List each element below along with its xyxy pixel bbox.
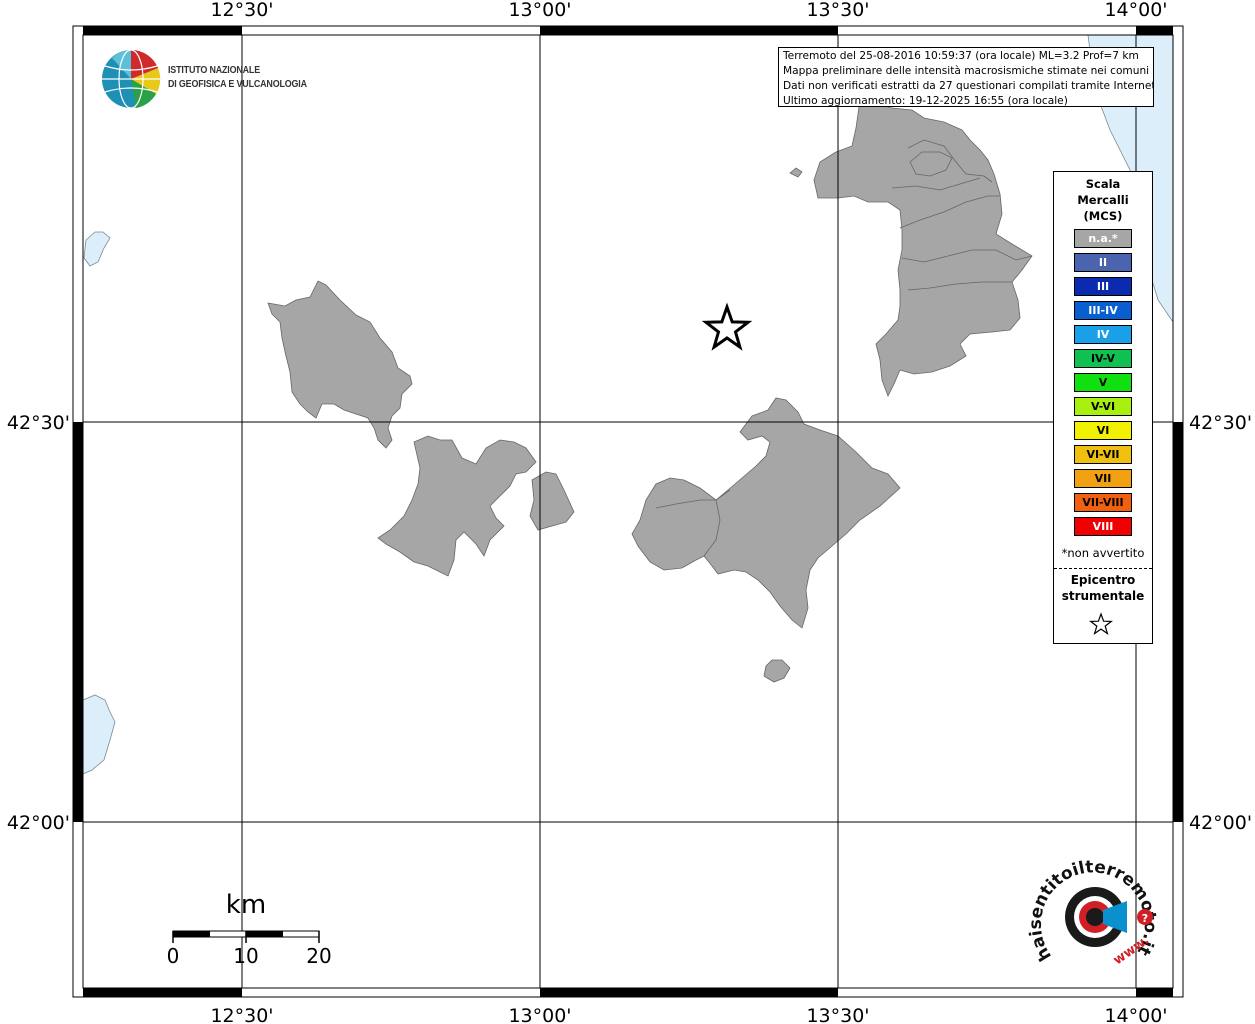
legend-title-line1: Scala bbox=[1085, 177, 1121, 191]
legend-epicenter-line1: Epicentro bbox=[1070, 573, 1136, 587]
legend-swatch: IV bbox=[1074, 325, 1132, 344]
legend-swatch: VII bbox=[1074, 469, 1132, 488]
ingv-logo: ISTITUTO NAZIONALE DI GEOFISICA E VULCAN… bbox=[100, 48, 307, 114]
legend-swatches: n.a.* II III III-IV IV IV-V V V-VI VI VI-VII VII VI… bbox=[1074, 229, 1132, 541]
x-tick-bottom-3: 13°30' bbox=[806, 1005, 869, 1024]
event-info-box: Terremoto del 25-08-2016 10:59:37 (ora l… bbox=[778, 47, 1154, 107]
legend-swatch: n.a.* bbox=[1074, 229, 1132, 248]
y-tick-right-1: 42°30' bbox=[1189, 412, 1252, 434]
legend-swatch: VIII bbox=[1074, 517, 1132, 536]
x-axis-bottom-labels: 12°30' 13°00' 13°30' 14°00' bbox=[210, 1005, 1167, 1024]
info-line-updated: Ultimo aggiornamento: 19-12-2025 16:55 (… bbox=[783, 95, 1068, 107]
legend-swatch: V-VI bbox=[1074, 397, 1132, 416]
x-tick-top-4: 14°00' bbox=[1104, 0, 1167, 21]
legend-swatch: II bbox=[1074, 253, 1132, 272]
ingv-globe-icon bbox=[102, 49, 161, 109]
legend-title-line3: (MCS) bbox=[1083, 209, 1123, 223]
x-tick-bottom-4: 14°00' bbox=[1104, 1005, 1167, 1024]
scale-label-0: 0 bbox=[167, 944, 180, 968]
scale-label-10: 10 bbox=[233, 944, 258, 968]
ingv-name-line1: ISTITUTO NAZIONALE bbox=[168, 64, 260, 76]
legend-swatch: VII-VIII bbox=[1074, 493, 1132, 512]
y-tick-left-1: 42°30' bbox=[7, 412, 70, 434]
scale-label-20: 20 bbox=[306, 944, 331, 968]
ingv-name-line2: DI GEOFISICA E VULCANOLOGIA bbox=[168, 78, 307, 90]
legend-swatch: III bbox=[1074, 277, 1132, 296]
info-line-map: Mappa preliminare delle intensità macros… bbox=[783, 65, 1150, 77]
haisentito-logo: haisentitoilterremoto.it ? www. bbox=[1025, 855, 1165, 989]
legend-epicenter-line2: strumentale bbox=[1061, 589, 1145, 603]
scale-unit-label: km bbox=[226, 890, 266, 920]
info-line-event: Terremoto del 25-08-2016 10:59:37 (ora l… bbox=[783, 50, 1139, 62]
info-line-data: Dati non verificati estratti da 27 quest… bbox=[783, 80, 1154, 92]
map-plot-area bbox=[83, 35, 1173, 988]
legend-swatch: V bbox=[1074, 373, 1132, 392]
legend-title: Scala Mercalli (MCS) bbox=[1054, 176, 1152, 224]
svg-text:?: ? bbox=[1142, 912, 1148, 925]
y-tick-right-2: 42°00' bbox=[1189, 812, 1252, 834]
x-tick-bottom-1: 12°30' bbox=[210, 1005, 273, 1024]
legend-title-line2: Mercalli bbox=[1077, 193, 1129, 207]
x-axis-top-labels: 12°30' 13°00' 13°30' 14°00' bbox=[210, 0, 1167, 21]
x-tick-top-1: 12°30' bbox=[210, 0, 273, 21]
legend-separator bbox=[1054, 568, 1152, 569]
legend-note: *non avvertito bbox=[1061, 546, 1145, 560]
legend-epicenter-label: Epicentro strumentale bbox=[1054, 572, 1152, 604]
legend-star-icon bbox=[1089, 612, 1113, 635]
x-tick-bottom-2: 13°00' bbox=[508, 1005, 571, 1024]
x-tick-top-2: 13°00' bbox=[508, 0, 571, 21]
y-tick-left-2: 42°00' bbox=[7, 812, 70, 834]
mcs-legend: Scala Mercalli (MCS) n.a.* II III III-IV IV I… bbox=[1053, 171, 1153, 644]
legend-swatch: III-IV bbox=[1074, 301, 1132, 320]
legend-swatch: IV-V bbox=[1074, 349, 1132, 368]
legend-swatch: VI bbox=[1074, 421, 1132, 440]
legend-swatch: VI-VII bbox=[1074, 445, 1132, 464]
x-tick-top-3: 13°30' bbox=[806, 0, 869, 21]
haisentito-emblem-icon: haisentitoilterremoto.it ? www. bbox=[1026, 857, 1160, 968]
